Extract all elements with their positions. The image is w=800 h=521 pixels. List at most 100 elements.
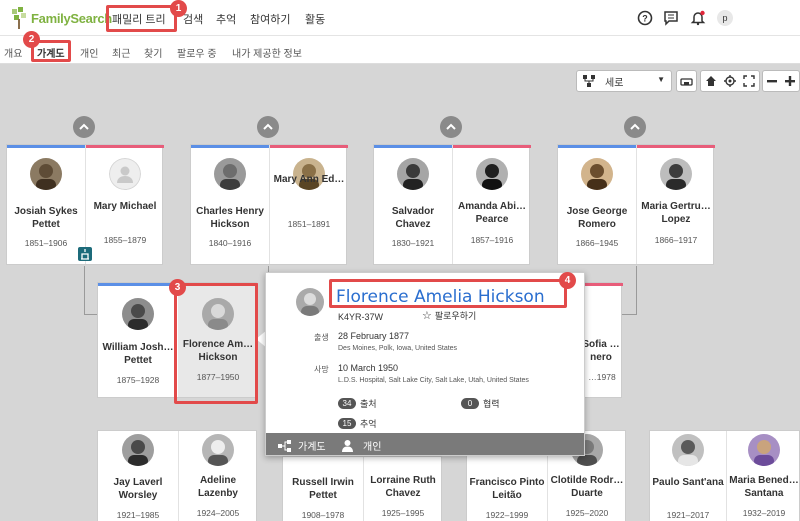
tab-following[interactable]: 팔로우 중: [177, 45, 217, 60]
tree-logo-icon: [12, 7, 26, 29]
tab-overview[interactable]: 개요: [4, 45, 22, 60]
tree-connector: [636, 266, 637, 315]
tab-person[interactable]: 개인: [80, 45, 98, 60]
popup-footer: 가계도 개인: [266, 433, 584, 455]
follow-label: 팔로우하기: [434, 311, 477, 321]
chevron-up-icon: [446, 123, 456, 130]
tree-icon: [278, 439, 291, 452]
familysearch-logo[interactable]: FamilySearch: [10, 6, 112, 30]
birth-place: Des Moines, Polk, Iowa, United States: [338, 345, 458, 352]
person-card[interactable]: Russell Irwin Pettet 1908–1978: [283, 457, 363, 521]
person-card[interactable]: William Josh… Pettet 1875–1928: [98, 283, 178, 397]
person-card[interactable]: Mary Ann Ed… 1851–1891: [270, 145, 348, 264]
popup-person-id: K4YR-37W: [338, 312, 384, 322]
person-photo: [672, 434, 704, 466]
person-card[interactable]: Maria Bened… Santana 1932–2019: [727, 431, 800, 521]
person-name: Adeline Lazenby: [197, 475, 238, 499]
tab-tree[interactable]: 가계도: [37, 45, 65, 60]
tree-nav-controls: [700, 70, 760, 92]
expand-up-button[interactable]: [73, 116, 95, 138]
print-button[interactable]: [676, 70, 697, 92]
person-name: Salvador Chavez: [391, 206, 435, 230]
home-icon[interactable]: [701, 71, 720, 91]
person-name: Maria Bened… Santana: [729, 475, 799, 499]
tab-recents[interactable]: 최근: [112, 45, 130, 60]
person-card[interactable]: Charles Henry Hickson 1840–1916: [191, 145, 269, 264]
tree-connector: [84, 266, 85, 315]
sources-link[interactable]: 34 출처: [338, 397, 377, 410]
person-name: Charles Henry Hickson: [196, 206, 264, 230]
help-icon[interactable]: ?: [636, 9, 654, 27]
person-name: Russell Irwin Pettet: [292, 477, 354, 501]
logo-text: FamilySearch: [31, 10, 112, 26]
person-photo: [122, 298, 154, 330]
user-avatar[interactable]: p: [716, 9, 734, 27]
popup-person-name[interactable]: Florence Amelia Hickson: [336, 287, 545, 307]
person-photo: [397, 158, 429, 190]
person-dates: 1866–1945: [575, 238, 619, 248]
tree-view-button[interactable]: 가계도: [278, 438, 326, 453]
zoom-out-icon[interactable]: [763, 71, 781, 91]
person-dates: 1908–1978: [301, 510, 345, 520]
couple-card: William Josh… Pettet 1875–1928 Florence …: [97, 282, 258, 398]
person-card[interactable]: Amanda Abi… Pearce 1857–1916: [453, 145, 531, 264]
person-dates: 1855–1879: [103, 235, 147, 245]
person-card[interactable]: Jay Laverl Worsley 1921–1985: [98, 431, 178, 521]
person-card[interactable]: Adeline Lazenby 1924–2005: [178, 431, 258, 521]
tab-find[interactable]: 찾기: [144, 45, 162, 60]
fullscreen-icon[interactable]: [740, 71, 759, 91]
zoom-in-icon[interactable]: [781, 71, 799, 91]
person-dates: 1875–1928: [116, 375, 160, 385]
person-dates: 1877–1950: [196, 372, 240, 382]
messages-icon[interactable]: [662, 9, 680, 27]
death-place: L.D.S. Hospital, Salt Lake City, Salt La…: [338, 377, 529, 384]
collaborate-link[interactable]: 0 협력: [461, 397, 500, 410]
tree-view-select[interactable]: 세로 ▼: [576, 70, 672, 92]
chevron-up-icon: [630, 123, 640, 130]
tab-my-contributions[interactable]: 내가 제공한 정보: [232, 45, 302, 60]
step-badge: 1: [170, 0, 187, 17]
notifications-icon[interactable]: [689, 9, 707, 27]
person-card[interactable]: Paulo Sant'ana 1921–2017: [650, 431, 726, 521]
death-date: 10 March 1950: [338, 363, 399, 373]
person-dates: 1925–2020: [565, 508, 609, 518]
nav-search[interactable]: 검색: [183, 11, 203, 27]
print-icon: [677, 71, 696, 91]
chevron-down-icon: ▼: [657, 75, 665, 84]
person-card[interactable]: Lorraine Ruth Chavez 1925–1995: [363, 457, 443, 521]
nav-family-tree[interactable]: 패밀리 트리: [112, 11, 166, 27]
person-card[interactable]: Maria Gertru… Lopez 1866–1917: [637, 145, 715, 264]
person-card[interactable]: Josiah Sykes Pettet 1851–1906: [7, 145, 85, 264]
person-photo: [30, 158, 62, 190]
person-card[interactable]: Jose George Romero 1866–1945: [558, 145, 636, 264]
expand-up-button[interactable]: [257, 116, 279, 138]
memories-label: 추억: [360, 419, 377, 429]
person-card[interactable]: Mary Michael 1855–1879: [86, 145, 164, 264]
follow-button[interactable]: ☆ 팔로우하기: [422, 309, 476, 322]
person-dates: 1866–1917: [654, 235, 698, 245]
target-icon[interactable]: [720, 71, 739, 91]
expand-up-button[interactable]: [624, 116, 646, 138]
couple-card: Salvador Chavez 1830–1921 Amanda Abi… Pe…: [373, 144, 531, 265]
couple-card: Russell Irwin Pettet 1908–1978 Lorraine …: [282, 456, 442, 521]
temple-icon[interactable]: [78, 247, 92, 261]
person-dates: 1840–1916: [208, 238, 252, 248]
nav-memories[interactable]: 추억: [216, 11, 236, 27]
expand-up-button[interactable]: [440, 116, 462, 138]
person-photo: [748, 434, 780, 466]
collaborate-count: 0: [461, 398, 479, 409]
couple-card: Charles Henry Hickson 1840–1916 Mary Ann…: [190, 144, 348, 265]
person-view-button[interactable]: 개인: [342, 438, 381, 453]
person-silhouette-icon: [109, 158, 141, 190]
nav-get-involved[interactable]: 참여하기: [250, 11, 290, 27]
person-card-selected[interactable]: Florence Am… Hickson 1877–1950: [178, 283, 258, 397]
person-photo: [660, 158, 692, 190]
memories-link[interactable]: 15 추억: [338, 417, 377, 430]
nav-activities[interactable]: 활동: [305, 11, 325, 27]
person-dates: 1921–2017: [666, 510, 710, 520]
step-badge: 4: [559, 272, 576, 289]
person-photo: [122, 434, 154, 466]
person-dates: 1857–1916: [470, 235, 514, 245]
person-card[interactable]: Salvador Chavez 1830–1921: [374, 145, 452, 264]
svg-text:?: ?: [642, 14, 648, 24]
